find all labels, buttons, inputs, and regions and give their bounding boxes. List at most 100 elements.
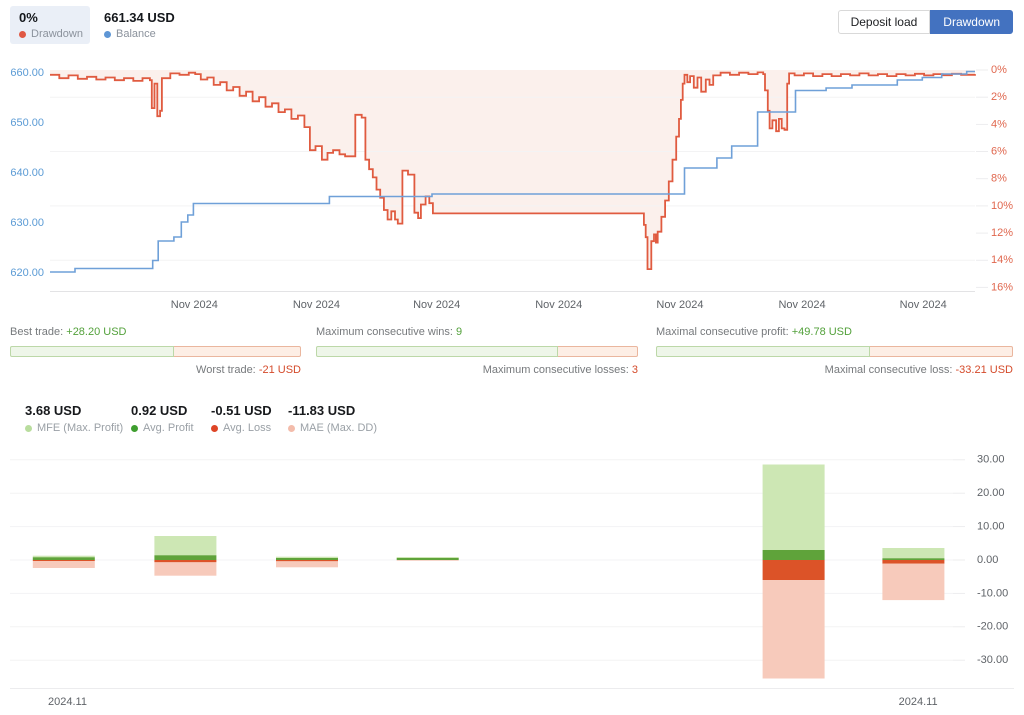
bar-mfe-segment	[763, 465, 825, 551]
mae-label: MAE (Max. DD)	[300, 422, 377, 434]
bar-mfe-segment	[33, 556, 95, 558]
bar-mae-segment	[33, 561, 95, 568]
drawdown-button[interactable]: Drawdown	[930, 10, 1013, 34]
bar-mae-segment	[154, 562, 216, 575]
balance-line	[50, 72, 975, 273]
bar-mfe-segment	[882, 548, 944, 558]
avg-loss-label: Avg. Loss	[223, 422, 271, 434]
svg-text:8%: 8%	[991, 173, 1007, 185]
mfe-value: 3.68 USD	[25, 403, 123, 418]
consecutive-profit-label: Maximal consecutive profit: +49.78 USD	[656, 326, 1013, 340]
bar-mae-segment	[763, 580, 825, 679]
main-chart: 660.00650.00640.00630.00620.000%2%4%6%8%…	[10, 64, 1013, 311]
svg-text:16%: 16%	[991, 281, 1013, 293]
mae-value: -11.83 USD	[288, 403, 377, 418]
histogram-bar	[763, 465, 825, 679]
svg-text:Nov 2024: Nov 2024	[900, 299, 947, 311]
histogram-bar	[397, 557, 459, 561]
chart-mode-switch: Deposit load Drawdown	[838, 10, 1013, 34]
mae-stat: -11.83 USD MAE (Max. DD)	[288, 403, 377, 434]
svg-text:10%: 10%	[991, 200, 1013, 212]
bar-loss-segment	[276, 560, 338, 561]
mae-dot-icon	[288, 425, 295, 432]
gauge-red-segment	[870, 346, 1013, 357]
main-left-axis: 660.00650.00640.00630.00620.00	[10, 67, 44, 279]
deposit-load-button[interactable]: Deposit load	[838, 10, 931, 34]
mfe-stat: 3.68 USD MFE (Max. Profit)	[25, 403, 123, 434]
balance-summary-card[interactable]: 661.34 USD Balance	[104, 11, 175, 40]
bar-mae-segment	[882, 564, 944, 600]
drawdown-line	[50, 72, 975, 269]
svg-text:Nov 2024: Nov 2024	[293, 299, 340, 311]
svg-text:640.00: 640.00	[10, 167, 44, 179]
svg-text:650.00: 650.00	[10, 117, 44, 129]
bar-loss-segment	[33, 560, 95, 561]
histogram-bar	[882, 548, 944, 600]
svg-text:0%: 0%	[991, 64, 1007, 76]
bar-profit-segment	[397, 558, 459, 560]
mfe-dot-icon	[25, 425, 32, 432]
bar-loss-segment	[882, 560, 944, 564]
svg-text:14%: 14%	[991, 254, 1013, 266]
balance-legend-dot-icon	[104, 31, 111, 38]
histogram-bar	[33, 556, 95, 568]
drawdown-legend-label: Drawdown	[31, 28, 83, 40]
profit-loss-gauge-bar	[656, 346, 1013, 357]
svg-text:0.00: 0.00	[977, 554, 998, 566]
drawdown-percent-value: 0%	[19, 11, 90, 25]
bar-mae-segment	[397, 560, 459, 561]
avg-loss-value: -0.51 USD	[211, 403, 272, 418]
bar-profit-segment	[33, 557, 95, 560]
svg-text:2024.11: 2024.11	[899, 696, 938, 708]
bar-profit-segment	[882, 558, 944, 560]
bar-profit-segment	[763, 550, 825, 560]
bar-mfe-segment	[276, 557, 338, 558]
svg-text:2%: 2%	[991, 91, 1007, 103]
svg-text:-30.00: -30.00	[977, 654, 1008, 666]
header: 0% Drawdown 661.34 USD Balance Deposit l…	[0, 0, 1024, 50]
avg-profit-dot-icon	[131, 425, 138, 432]
consecutive-wins-gauge: Maximum consecutive wins: 9 Maximum cons…	[316, 326, 638, 376]
bottom-chart: 30.0020.0010.000.00-10.00-20.00-30.00202…	[10, 454, 1014, 708]
worst-trade-value: -21 USD	[259, 364, 301, 376]
drawdown-summary-card[interactable]: 0% Drawdown	[10, 6, 90, 44]
consecutive-losses-value: 3	[632, 364, 638, 376]
histogram-bar	[276, 557, 338, 568]
avg-profit-stat: 0.92 USD Avg. Profit	[131, 403, 194, 434]
svg-text:Nov 2024: Nov 2024	[778, 299, 825, 311]
consecutive-profit-gauge: Maximal consecutive profit: +49.78 USD M…	[656, 326, 1013, 376]
svg-text:10.00: 10.00	[977, 521, 1005, 533]
svg-text:Nov 2024: Nov 2024	[656, 299, 703, 311]
bottom-grid: 30.0020.0010.000.00-10.00-20.00-30.00	[10, 454, 1008, 666]
best-trade-value: +28.20 USD	[66, 326, 126, 338]
best-trade-gauge: Best trade: +28.20 USD Worst trade: -21 …	[10, 326, 301, 376]
gauge-red-segment	[174, 346, 301, 357]
consecutive-loss-value: -33.21 USD	[956, 364, 1013, 376]
svg-text:620.00: 620.00	[10, 267, 44, 279]
main-right-axis: 0%2%4%6%8%10%12%14%16%	[976, 64, 1013, 293]
backtest-report-page: { "header": { "drawdown_pct": "0%", "dra…	[0, 0, 1024, 715]
histogram-bar	[154, 536, 216, 576]
consecutive-loss-label: Maximal consecutive loss: -33.21 USD	[656, 364, 1013, 376]
balance-value: 661.34 USD	[104, 11, 175, 25]
mfe-label: MFE (Max. Profit)	[37, 422, 123, 434]
bar-profit-segment	[154, 555, 216, 560]
avg-loss-stat: -0.51 USD Avg. Loss	[211, 403, 272, 434]
svg-text:6%: 6%	[991, 145, 1007, 157]
svg-text:30.00: 30.00	[977, 454, 1005, 466]
bar-mfe-segment	[397, 557, 459, 558]
svg-text:2024.11: 2024.11	[48, 696, 87, 708]
consecutive-wins-label: Maximum consecutive wins: 9	[316, 326, 638, 340]
main-grid	[50, 97, 975, 260]
avg-loss-dot-icon	[211, 425, 218, 432]
bar-loss-segment	[154, 560, 216, 562]
drawdown-area	[50, 70, 975, 269]
wins-losses-gauge-bar	[316, 346, 638, 357]
avg-profit-label: Avg. Profit	[143, 422, 194, 434]
bar-mae-segment	[276, 561, 338, 567]
consecutive-profit-value: +49.78 USD	[792, 326, 852, 338]
svg-text:12%: 12%	[991, 227, 1013, 239]
gauge-red-segment	[558, 346, 639, 357]
best-trade-label: Best trade: +28.20 USD	[10, 326, 301, 340]
svg-text:Nov 2024: Nov 2024	[171, 299, 218, 311]
